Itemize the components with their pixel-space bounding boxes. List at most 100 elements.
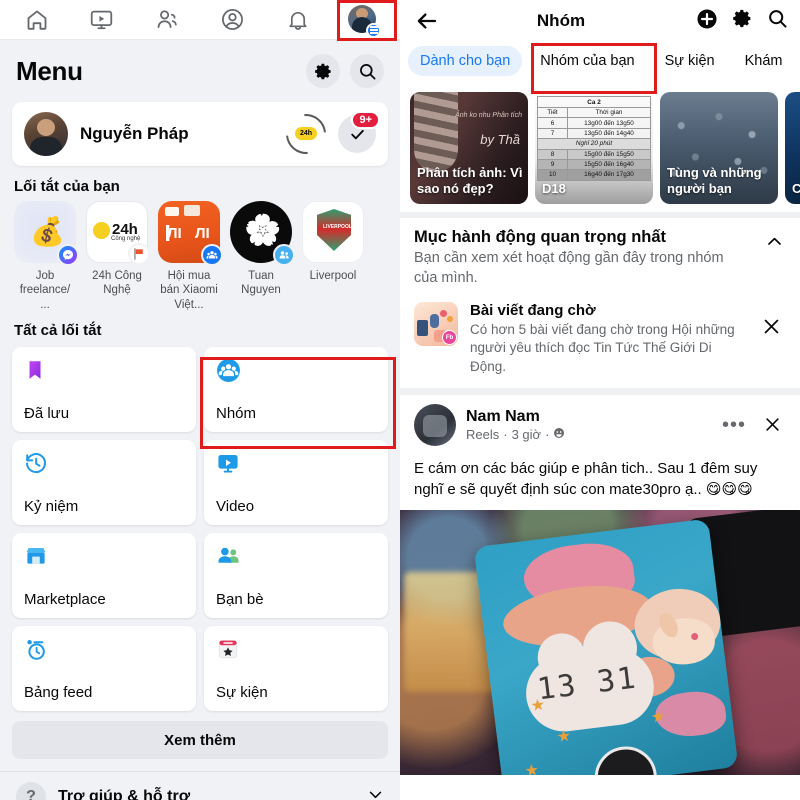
story-badge-label: 24h [295, 127, 317, 140]
calendar-star-icon [216, 637, 242, 663]
group-card-title: D18 [542, 181, 566, 197]
left-panel-menu: Menu Nguyễn Pháp 24h 9+ Lối tắt của bạn … [0, 0, 400, 800]
tile-friends[interactable]: Bạn bè [204, 533, 388, 619]
screenshot-root: Menu Nguyễn Pháp 24h 9+ Lối tắt của bạn … [0, 0, 800, 800]
tile-video[interactable]: Video [204, 440, 388, 526]
post-author-name[interactable]: Nam Nam [466, 408, 710, 426]
all-shortcuts-heading: Tất cả lối tắt [14, 322, 102, 340]
bookmark-icon [24, 358, 50, 384]
menu-avatar-icon[interactable] [346, 4, 382, 38]
shortcut-item[interactable]: 24h Công nghệ 24h Công Nghệ [86, 201, 150, 312]
tile-label: Đã lưu [24, 405, 70, 423]
group-card[interactable]: CLB và M [785, 92, 800, 204]
shortcut-label: 24h Công Nghệ [92, 270, 142, 297]
tile-label: Bảng feed [24, 684, 93, 702]
group-cards-carousel[interactable]: Ảnh ko nhu Phân tích by Thầ Phân tích ản… [400, 86, 800, 218]
tab-for-you[interactable]: Dành cho bạn [408, 46, 523, 76]
group-card[interactable]: Tùng và những người bạn [660, 92, 778, 204]
shortcut-item[interactable]: LIVERPOOL Liverpool [302, 201, 364, 312]
group-icon [201, 244, 223, 266]
storefront-icon [24, 544, 50, 570]
group-card-title: CLB và M [792, 181, 800, 197]
menu-tiles-grid: Đã lưu Nhóm Kỷ niệm Video Marketplace Bạ… [0, 347, 400, 712]
group-card[interactable]: Ca 2 Tiết Thời gian 6 13g00 đến 13g50 7 13g… [535, 92, 653, 204]
page-title: Nhóm [536, 11, 586, 30]
close-icon[interactable] [756, 302, 786, 337]
shortcut-label: Liverpool [309, 270, 357, 282]
profile-check-button[interactable]: 9+ [338, 111, 380, 153]
feed-dial-icon [24, 637, 50, 663]
tile-label: Video [216, 498, 255, 516]
video-icon[interactable] [85, 5, 119, 35]
shortcuts-row[interactable]: 💰 Job freelance/ ... 24h Công nghệ 24h C [0, 201, 400, 312]
post-text: E cám ơn các bác giúp e phân tich.. Sau … [414, 459, 758, 499]
post-separator: · [545, 426, 550, 442]
shortcut-thumb: 🌸 [230, 201, 295, 266]
help-support-row[interactable]: ? Trợ giúp & hỗ trợ [0, 771, 400, 800]
shortcut-item[interactable]: ЛI ЛI Hội mua bán Xiaomi Việt... [158, 201, 223, 312]
group-card[interactable]: Ảnh ko nhu Phân tích by Thầ Phân tích ản… [410, 92, 528, 204]
section-divider [400, 387, 800, 395]
post-header: Nam Nam Reels · 3 giờ · ••• [400, 395, 800, 450]
gear-icon[interactable] [732, 8, 753, 34]
close-icon[interactable] [758, 415, 786, 434]
shortcut-item[interactable]: 💰 Job freelance/ ... [14, 201, 79, 312]
tile-label: Sự kiện [216, 684, 268, 702]
back-arrow-icon[interactable] [412, 6, 442, 36]
avatar[interactable] [414, 403, 456, 446]
shortcut-label: Job freelance/ ... [19, 270, 71, 311]
more-dots-icon[interactable]: ••• [720, 415, 748, 435]
section-title: Mục hành động quan trọng nhất [414, 228, 667, 246]
menu-header: Menu [0, 40, 400, 98]
question-icon: ? [16, 782, 46, 800]
tile-groups[interactable]: Nhóm [204, 347, 388, 433]
groups-header: Nhóm [400, 0, 800, 42]
see-more-button[interactable]: Xem thêm [12, 721, 388, 760]
right-panel-groups: Nhóm Dành cho bạn Nhóm của bạn Sự kiện K… [400, 0, 800, 800]
pending-posts-illustration-icon: Fb [414, 302, 458, 347]
tile-marketplace[interactable]: Marketplace [12, 533, 196, 619]
shortcut-thumb: 24h Công nghệ [86, 201, 150, 265]
gear-icon[interactable] [306, 54, 340, 88]
chevron-down-icon[interactable] [367, 786, 384, 800]
search-icon[interactable] [767, 8, 788, 34]
story-ring-icon[interactable]: 24h [277, 105, 335, 163]
page-title: Menu [16, 55, 83, 86]
video-screen-icon [216, 451, 242, 477]
friends-icon[interactable] [150, 5, 184, 35]
post-source: Reels [466, 426, 500, 442]
group-icon [273, 244, 295, 266]
shortcut-label: Tuan Nguyen [241, 270, 281, 297]
profile-card[interactable]: Nguyễn Pháp 24h 9+ [12, 102, 388, 166]
home-icon[interactable] [20, 5, 54, 35]
tile-feeds[interactable]: Bảng feed [12, 626, 196, 712]
tile-saved[interactable]: Đã lưu [12, 347, 196, 433]
shortcut-label: Hội mua bán Xiaomi Việt... [160, 270, 218, 311]
shortcut-thumb: 💰 [14, 201, 79, 266]
bell-icon[interactable] [281, 5, 315, 35]
notice-detail: Có hơn 5 bài viết đang chờ trong Hội nhữ… [470, 322, 735, 374]
shortcut-item[interactable]: 🌸 Tuan Nguyen [230, 201, 295, 312]
tab-your-groups[interactable]: Nhóm của bạn [528, 46, 646, 76]
memories-clock-icon [24, 451, 50, 477]
page-flag-icon [128, 243, 150, 265]
tab-discover[interactable]: Khám [733, 46, 795, 76]
shortcut-thumb: LIVERPOOL [302, 201, 364, 263]
search-icon[interactable] [350, 54, 384, 88]
tile-label: Bạn bè [216, 591, 264, 609]
groups-icon [216, 358, 242, 384]
tab-events[interactable]: Sự kiện [653, 46, 727, 76]
shortcuts-heading: Lối tắt của bạn [14, 178, 120, 195]
notice-title: Bài viết đang chờ [470, 302, 596, 320]
profile-icon[interactable] [216, 5, 250, 35]
shortcut-thumb: ЛI ЛI [158, 201, 223, 266]
tile-events[interactable]: Sự kiện [204, 626, 388, 712]
tile-memories[interactable]: Kỷ niệm [12, 440, 196, 526]
pending-posts-notice[interactable]: Fb Bài viết đang chờ Có hơn 5 bài viết đ… [400, 292, 800, 388]
help-support-label: Trợ giúp & hỗ trợ [58, 788, 191, 800]
menu-hamburger-badge-icon [366, 22, 382, 38]
plus-circle-icon[interactable] [696, 8, 718, 35]
chevron-up-icon[interactable] [762, 228, 786, 251]
groups-tabs: Dành cho bạn Nhóm của bạn Sự kiện Khám [400, 42, 800, 86]
post-media[interactable]: 13 31 [400, 510, 800, 776]
